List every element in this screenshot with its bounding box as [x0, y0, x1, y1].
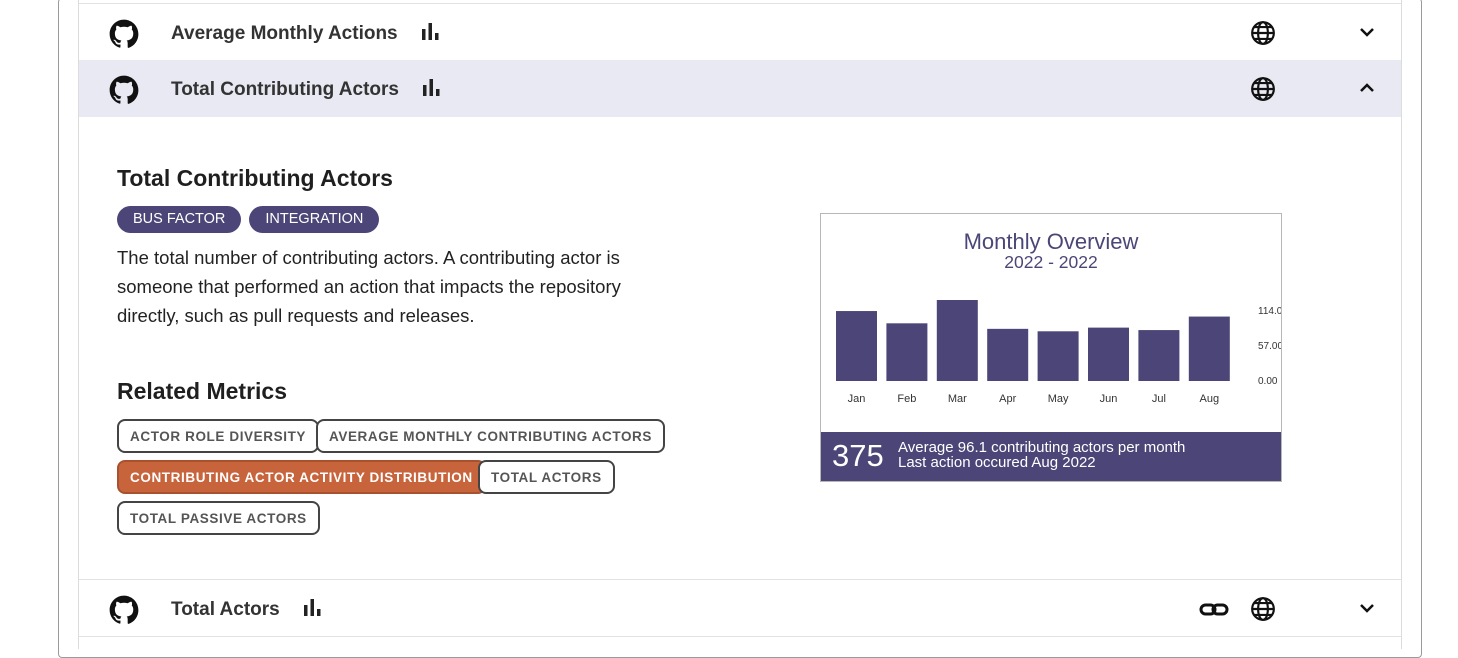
github-icon	[109, 595, 139, 624]
detail-title: Total Contributing Actors	[117, 165, 393, 191]
bar-feb	[886, 323, 928, 381]
related-chip-total-actors[interactable]: TOTAL ACTORS	[478, 460, 615, 494]
globe-icon[interactable]	[1250, 20, 1276, 46]
chevron-up-icon[interactable]	[1357, 80, 1377, 96]
row-title: Total Actors	[171, 597, 324, 621]
x-tick-label: Jul	[1152, 393, 1166, 405]
bar-chart-icon[interactable]	[302, 597, 324, 617]
y-tick-label: 114.00	[1258, 306, 1281, 317]
x-tick-label: Apr	[999, 393, 1016, 405]
summary-last-action: Last action occured Aug 2022	[898, 454, 1096, 471]
row-title: Average Monthly Actions	[171, 21, 442, 45]
bar-may	[1037, 331, 1079, 381]
metric-description: The total number of contributing actors.…	[117, 247, 621, 326]
tag-integration[interactable]: INTEGRATION	[249, 206, 380, 233]
chevron-down-icon[interactable]	[1357, 600, 1377, 616]
summary-number: 375	[832, 438, 884, 473]
related-chip-contributing-actor-activity-distribution[interactable]: CONTRIBUTING ACTOR ACTIVITY DISTRIBUTION	[117, 460, 486, 494]
related-chip-actor-role-diversity[interactable]: ACTOR ROLE DIVERSITY	[117, 419, 320, 453]
metric-row-average-monthly-actions[interactable]: Average Monthly Actions	[79, 3, 1401, 60]
metric-row-total-contributing-actors[interactable]: Total Contributing Actors	[79, 60, 1401, 117]
y-tick-label: 57.00	[1258, 341, 1281, 352]
monthly-overview-chart: Monthly Overview 2022 - 2022 Jan Feb Mar Ap…	[820, 213, 1282, 482]
divider	[1401, 0, 1402, 649]
x-tick-label: Jun	[1100, 393, 1118, 405]
tag-list: BUS FACTOR INTEGRATION	[117, 206, 380, 233]
bar-mar	[936, 300, 978, 381]
bar-jan	[836, 311, 877, 381]
x-tick-label: Aug	[1200, 393, 1220, 405]
related-metrics-heading: Related Metrics	[117, 378, 288, 404]
metric-row-total-actors[interactable]: Total Actors	[79, 579, 1401, 637]
globe-icon[interactable]	[1250, 596, 1276, 622]
bar-chart-icon[interactable]	[421, 77, 443, 97]
link-icon[interactable]	[1198, 597, 1230, 621]
y-tick-label: 0.00	[1258, 376, 1278, 387]
x-tick-label: Mar	[948, 393, 967, 405]
globe-icon[interactable]	[1250, 76, 1276, 102]
x-tick-label: May	[1048, 393, 1069, 405]
bar-chart-icon[interactable]	[420, 21, 442, 41]
related-chip-average-monthly-contributing-actors[interactable]: AVERAGE MONTHLY CONTRIBUTING ACTORS	[316, 419, 666, 453]
github-icon	[109, 19, 139, 48]
x-tick-label: Feb	[897, 393, 916, 405]
bar-chart: Jan Feb Mar Apr May Jun Jul Aug 114.00 57.00 0.00	[836, 300, 1281, 405]
bar-aug	[1188, 316, 1230, 381]
github-icon	[109, 75, 139, 104]
x-tick-label: Jan	[848, 393, 866, 405]
chevron-down-icon[interactable]	[1357, 24, 1377, 40]
row-title: Total Contributing Actors	[171, 77, 443, 101]
bar-jun	[1088, 327, 1129, 381]
bar-jul	[1138, 330, 1180, 381]
bar-apr	[987, 328, 1029, 381]
chart-summary: 375 Average 96.1 contributing actors per…	[821, 432, 1281, 481]
related-chip-total-passive-actors[interactable]: TOTAL PASSIVE ACTORS	[117, 501, 320, 535]
tag-bus-factor[interactable]: BUS FACTOR	[117, 206, 242, 233]
